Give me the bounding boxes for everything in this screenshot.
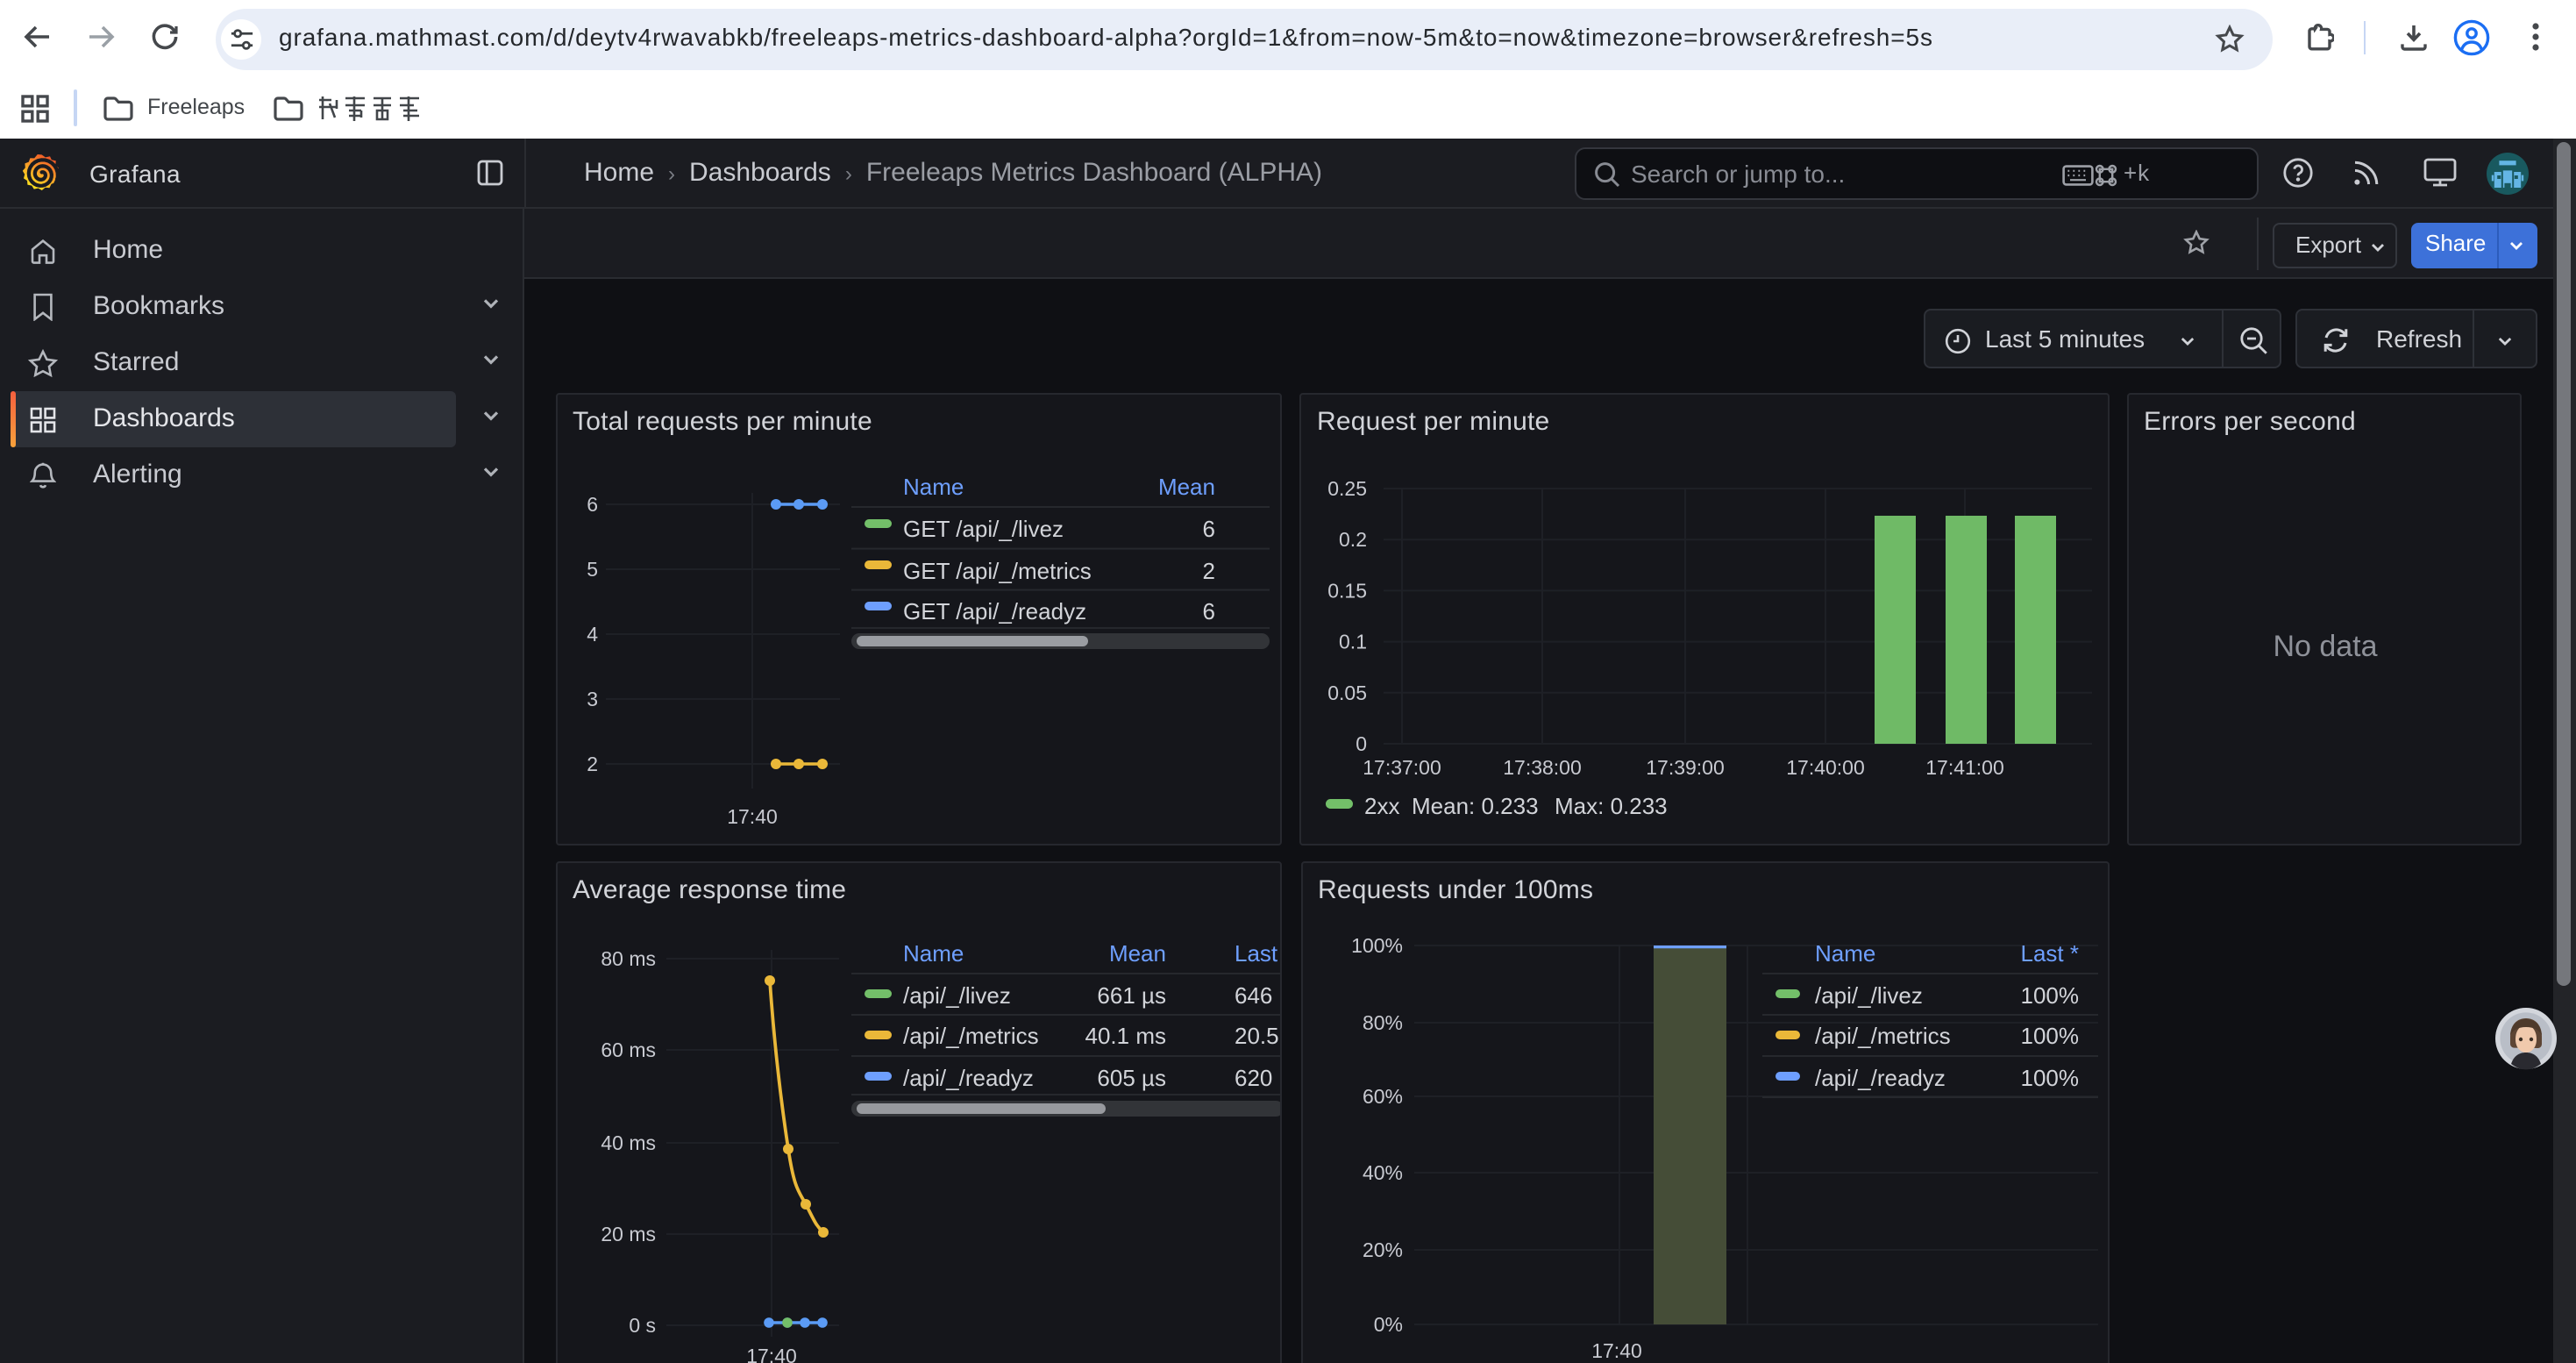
svg-text:17:40:00: 17:40:00: [1786, 755, 1865, 778]
svg-text:17:40: 17:40: [726, 804, 777, 827]
svg-text:17:41:00: 17:41:00: [1925, 755, 2004, 778]
svg-text:40%: 40%: [1362, 1160, 1402, 1183]
svg-text:2: 2: [586, 752, 597, 774]
svg-text:0: 0: [1356, 731, 1367, 754]
svg-text:0.2: 0.2: [1339, 527, 1367, 550]
svg-text:0.05: 0.05: [1327, 681, 1367, 703]
svg-text:3: 3: [586, 687, 597, 710]
svg-text:0%: 0%: [1373, 1312, 1402, 1335]
svg-text:20%: 20%: [1362, 1238, 1402, 1260]
svg-text:17:40: 17:40: [745, 1344, 796, 1363]
svg-text:17:40: 17:40: [1590, 1338, 1641, 1361]
svg-text:40 ms: 40 ms: [600, 1131, 655, 1153]
svg-text:17:38:00: 17:38:00: [1503, 755, 1582, 778]
svg-text:17:37:00: 17:37:00: [1363, 755, 1441, 778]
svg-text:0.15: 0.15: [1327, 578, 1367, 601]
svg-text:0 s: 0 s: [628, 1313, 655, 1336]
svg-text:0.1: 0.1: [1339, 630, 1367, 653]
svg-text:17:39:00: 17:39:00: [1646, 755, 1725, 778]
svg-text:20 ms: 20 ms: [600, 1222, 655, 1245]
svg-text:0.25: 0.25: [1327, 476, 1367, 499]
svg-text:4: 4: [586, 622, 597, 645]
